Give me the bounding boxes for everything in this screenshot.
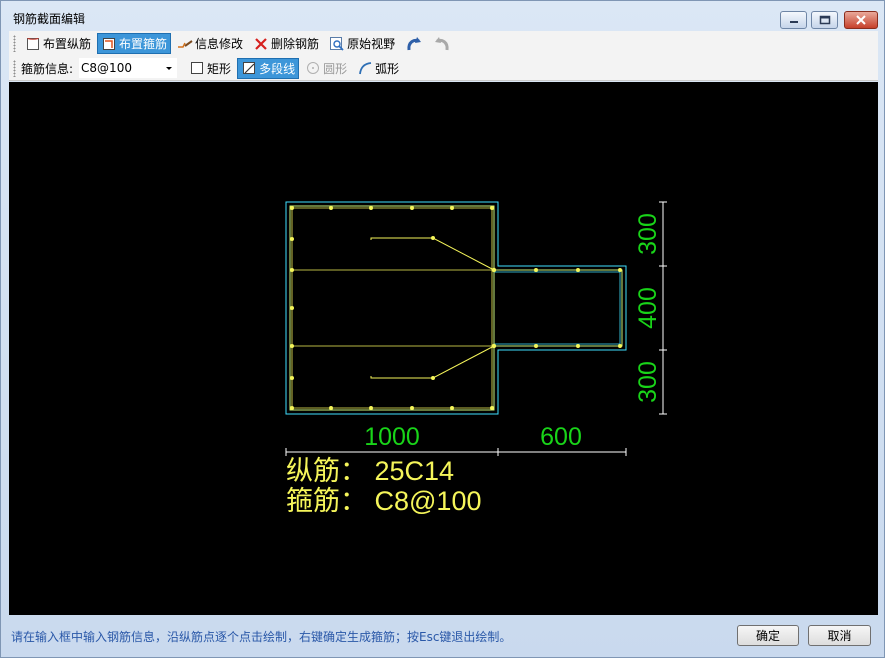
flange-stirrup-inner bbox=[494, 271, 621, 345]
rebar-point[interactable] bbox=[410, 206, 414, 210]
rebar-point[interactable] bbox=[369, 206, 373, 210]
rebar-point[interactable] bbox=[290, 306, 294, 310]
delete-rebar-button[interactable]: 删除钢筋 bbox=[249, 33, 323, 54]
stirrup-icon bbox=[103, 37, 116, 50]
rebar-point[interactable] bbox=[618, 268, 622, 272]
flange-stirrup bbox=[494, 269, 623, 347]
place-stirrup-button[interactable]: 布置箍筋 bbox=[97, 33, 172, 54]
circle-icon bbox=[307, 62, 320, 74]
section-outline-outer bbox=[285, 201, 627, 415]
stirrup-toolbar: 箍筋信息: 矩形 多段线 圆形 弧形 bbox=[9, 56, 878, 81]
circle-shape-label: 圆形 bbox=[323, 61, 348, 76]
rebar-point[interactable] bbox=[290, 376, 294, 380]
stirrup-info-label: 箍筋信息: bbox=[21, 61, 74, 76]
stirrup-text: 箍筋： C8@100 bbox=[286, 486, 481, 516]
delete-rebar-label: 删除钢筋 bbox=[271, 37, 320, 51]
longitudinal-rebar-icon bbox=[27, 37, 39, 50]
rebar-point[interactable] bbox=[490, 406, 494, 410]
rebar-point[interactable] bbox=[576, 344, 580, 348]
original-view-label: 原始视野 bbox=[347, 37, 396, 51]
rebar-point[interactable] bbox=[369, 406, 373, 410]
polyline-stirrup-top bbox=[370, 237, 495, 271]
rebar-point[interactable] bbox=[450, 406, 454, 410]
longitudinal-rebar-text: 纵筋： 25C14 bbox=[286, 456, 454, 486]
drawing-canvas[interactable]: 1000 600 300 400 300 纵筋： 25C14 箍筋： C8@10… bbox=[9, 82, 878, 615]
rebar-point[interactable] bbox=[491, 343, 497, 349]
rectangle-icon bbox=[191, 62, 204, 74]
original-view-button[interactable]: 原始视野 bbox=[325, 33, 399, 54]
window-title: 钢筋截面编辑 bbox=[13, 12, 86, 26]
rebar-point[interactable] bbox=[290, 406, 294, 410]
place-stirrup-label: 布置箍筋 bbox=[119, 37, 168, 51]
rebar-point[interactable] bbox=[290, 206, 294, 210]
place-longitudinal-rebar-label: 布置纵筋 bbox=[43, 37, 92, 51]
dimension-label-height-1: 300 bbox=[634, 213, 662, 255]
undo-icon bbox=[407, 36, 422, 50]
polyline-shape-label: 多段线 bbox=[259, 61, 296, 76]
rectangle-shape-label: 矩形 bbox=[207, 61, 232, 76]
rebar-point[interactable] bbox=[290, 344, 294, 348]
toolbar-grip[interactable] bbox=[13, 35, 16, 52]
zoom-fit-icon bbox=[330, 36, 344, 51]
edit-info-button[interactable]: 信息修改 bbox=[173, 33, 247, 54]
rebar-point[interactable] bbox=[329, 206, 333, 210]
stirrup-info-combo[interactable] bbox=[79, 58, 178, 78]
dimension-label-width-1: 1000 bbox=[364, 423, 420, 451]
polyline-shape-button[interactable]: 多段线 bbox=[237, 57, 300, 79]
ok-button[interactable]: 确定 bbox=[737, 625, 799, 646]
rebar-point[interactable] bbox=[290, 268, 294, 272]
dimension-label-width-2: 600 bbox=[540, 423, 582, 451]
main-toolbar: 布置纵筋 布置箍筋 信息修改 删除钢筋 原始视野 bbox=[9, 31, 878, 56]
minimize-icon bbox=[789, 21, 798, 23]
polyline-icon bbox=[243, 62, 256, 74]
rectangle-shape-button[interactable]: 矩形 bbox=[185, 58, 235, 79]
rebar-points bbox=[290, 206, 622, 410]
rebar-point[interactable] bbox=[431, 236, 435, 240]
outer-stirrup bbox=[289, 205, 495, 411]
edit-info-icon bbox=[178, 39, 193, 48]
rebar-point[interactable] bbox=[431, 376, 435, 380]
arc-icon bbox=[359, 62, 372, 75]
undo-button[interactable] bbox=[401, 33, 427, 54]
rebar-point[interactable] bbox=[534, 344, 538, 348]
place-longitudinal-rebar-button[interactable]: 布置纵筋 bbox=[21, 33, 95, 54]
title-bar: 钢筋截面编辑 bbox=[1, 1, 884, 31]
rebar-point[interactable] bbox=[618, 344, 622, 348]
rebar-point[interactable] bbox=[490, 206, 494, 210]
arc-shape-button[interactable]: 弧形 bbox=[353, 58, 403, 79]
cancel-button[interactable]: 取消 bbox=[808, 625, 871, 646]
section-drawing[interactable]: 1000 600 300 400 300 纵筋： 25C14 箍筋： C8@10… bbox=[9, 82, 878, 615]
rebar-point[interactable] bbox=[534, 268, 538, 272]
status-hint: 请在输入框中输入钢筋信息，沿纵筋点逐个点击绘制，右键确定生成箍筋；按Esc键退出… bbox=[11, 630, 512, 644]
chevron-down-icon[interactable] bbox=[164, 63, 174, 73]
minimize-button[interactable] bbox=[780, 11, 807, 29]
rebar-point[interactable] bbox=[450, 206, 454, 210]
dimension-label-height-2: 400 bbox=[634, 287, 662, 329]
redo-button[interactable] bbox=[429, 33, 455, 54]
maximize-button[interactable] bbox=[811, 11, 838, 29]
rebar-point[interactable] bbox=[491, 267, 497, 273]
redo-icon bbox=[435, 36, 449, 50]
close-button[interactable] bbox=[844, 11, 878, 29]
circle-shape-button[interactable]: 圆形 bbox=[301, 58, 351, 79]
rebar-point[interactable] bbox=[290, 237, 294, 241]
edit-info-label: 信息修改 bbox=[195, 37, 244, 51]
maximize-icon bbox=[819, 15, 830, 25]
rebar-point[interactable] bbox=[329, 406, 333, 410]
dimension-label-height-3: 300 bbox=[634, 361, 662, 403]
toolbar-grip[interactable] bbox=[13, 59, 16, 77]
close-icon bbox=[856, 15, 866, 25]
rebar-point[interactable] bbox=[410, 406, 414, 410]
rebar-point[interactable] bbox=[576, 268, 580, 272]
polyline-stirrup-bottom bbox=[370, 345, 495, 379]
rebar-section-editor-window: 钢筋截面编辑 布置纵筋 布置箍筋 信息修改 删除钢筋 原始视野 箍筋信息: C8… bbox=[0, 0, 885, 658]
stirrup-info-input[interactable] bbox=[80, 59, 165, 77]
arc-shape-label: 弧形 bbox=[375, 61, 400, 76]
delete-x-icon bbox=[255, 37, 267, 50]
